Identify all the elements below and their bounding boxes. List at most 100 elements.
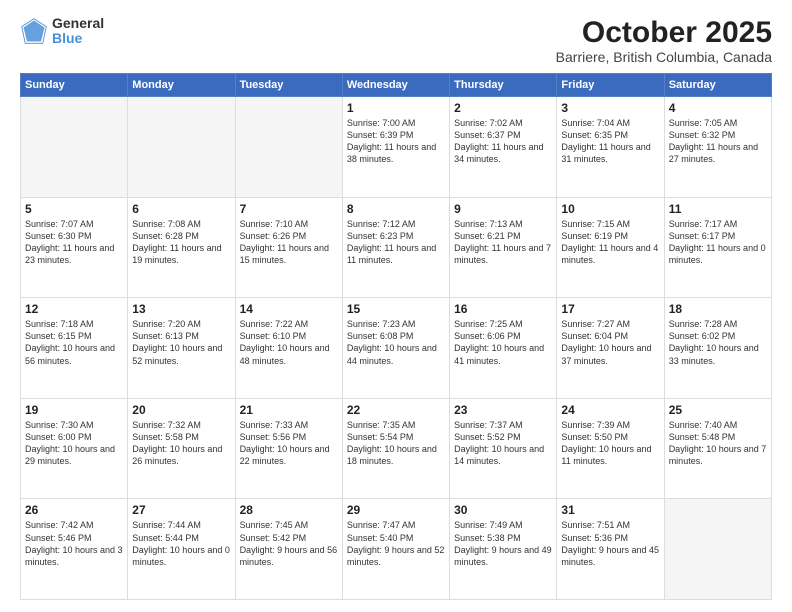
- day-number: 18: [669, 302, 767, 316]
- day-number: 7: [240, 202, 338, 216]
- table-row: 18 Sunrise: 7:28 AMSunset: 6:02 PMDayligh…: [664, 298, 771, 399]
- day-number: 20: [132, 403, 230, 417]
- day-number: 25: [669, 403, 767, 417]
- col-saturday: Saturday: [664, 74, 771, 97]
- day-info: Sunrise: 7:45 AMSunset: 5:42 PMDaylight:…: [240, 519, 338, 568]
- day-info: Sunrise: 7:25 AMSunset: 6:06 PMDaylight:…: [454, 318, 552, 367]
- calendar-header-row: Sunday Monday Tuesday Wednesday Thursday…: [21, 74, 772, 97]
- calendar-week-row: 12 Sunrise: 7:18 AMSunset: 6:15 PMDayligh…: [21, 298, 772, 399]
- day-info: Sunrise: 7:37 AMSunset: 5:52 PMDaylight:…: [454, 419, 552, 468]
- day-number: 5: [25, 202, 123, 216]
- calendar-week-row: 19 Sunrise: 7:30 AMSunset: 6:00 PMDayligh…: [21, 398, 772, 499]
- day-number: 31: [561, 503, 659, 517]
- col-wednesday: Wednesday: [342, 74, 449, 97]
- day-number: 27: [132, 503, 230, 517]
- table-row: 4 Sunrise: 7:05 AMSunset: 6:32 PMDaylight…: [664, 97, 771, 198]
- logo-icon: [20, 17, 48, 45]
- day-number: 10: [561, 202, 659, 216]
- header: General Blue October 2025 Barriere, Brit…: [20, 16, 772, 65]
- subtitle: Barriere, British Columbia, Canada: [556, 49, 772, 65]
- table-row: 19 Sunrise: 7:30 AMSunset: 6:00 PMDayligh…: [21, 398, 128, 499]
- day-number: 29: [347, 503, 445, 517]
- table-row: 25Sunrise: 7:40 AMSunset: 5:48 PMDayligh…: [664, 398, 771, 499]
- day-info: Sunrise: 7:49 AMSunset: 5:38 PMDaylight:…: [454, 519, 552, 568]
- day-info: Sunrise: 7:51 AMSunset: 5:36 PMDaylight:…: [561, 519, 659, 568]
- calendar-week-row: 5 Sunrise: 7:07 AMSunset: 6:30 PMDaylight…: [21, 197, 772, 298]
- table-row: 14Sunrise: 7:22 AMSunset: 6:10 PMDayligh…: [235, 298, 342, 399]
- calendar-week-row: 26Sunrise: 7:42 AMSunset: 5:46 PMDayligh…: [21, 499, 772, 600]
- table-row: 17Sunrise: 7:27 AMSunset: 6:04 PMDayligh…: [557, 298, 664, 399]
- day-info: Sunrise: 7:04 AMSunset: 6:35 PMDaylight:…: [561, 117, 659, 166]
- table-row: 31 Sunrise: 7:51 AMSunset: 5:36 PMDayligh…: [557, 499, 664, 600]
- table-row: 13 Sunrise: 7:20 AMSunset: 6:13 PMDayligh…: [128, 298, 235, 399]
- table-row: 6Sunrise: 7:08 AMSunset: 6:28 PMDaylight…: [128, 197, 235, 298]
- day-number: 13: [132, 302, 230, 316]
- table-row: 5 Sunrise: 7:07 AMSunset: 6:30 PMDaylight…: [21, 197, 128, 298]
- logo-general-label: General: [52, 16, 104, 31]
- col-friday: Friday: [557, 74, 664, 97]
- day-number: 1: [347, 101, 445, 115]
- day-number: 8: [347, 202, 445, 216]
- day-number: 4: [669, 101, 767, 115]
- day-number: 11: [669, 202, 767, 216]
- day-number: 28: [240, 503, 338, 517]
- day-info: Sunrise: 7:20 AMSunset: 6:13 PMDaylight:…: [132, 318, 230, 367]
- table-row: 9 Sunrise: 7:13 AMSunset: 6:21 PMDaylight…: [450, 197, 557, 298]
- day-info: Sunrise: 7:28 AMSunset: 6:02 PMDaylight:…: [669, 318, 767, 367]
- day-info: Sunrise: 7:13 AMSunset: 6:21 PMDaylight:…: [454, 218, 552, 267]
- page: General Blue October 2025 Barriere, Brit…: [0, 0, 792, 612]
- table-row: 30 Sunrise: 7:49 AMSunset: 5:38 PMDayligh…: [450, 499, 557, 600]
- main-title: October 2025: [556, 16, 772, 49]
- day-number: 14: [240, 302, 338, 316]
- table-row: 28 Sunrise: 7:45 AMSunset: 5:42 PMDayligh…: [235, 499, 342, 600]
- table-row: 1 Sunrise: 7:00 AMSunset: 6:39 PMDaylight…: [342, 97, 449, 198]
- day-info: Sunrise: 7:39 AMSunset: 5:50 PMDaylight:…: [561, 419, 659, 468]
- day-info: Sunrise: 7:18 AMSunset: 6:15 PMDaylight:…: [25, 318, 123, 367]
- day-number: 21: [240, 403, 338, 417]
- day-number: 12: [25, 302, 123, 316]
- col-sunday: Sunday: [21, 74, 128, 97]
- logo-text: General Blue: [52, 16, 104, 47]
- table-row: 16 Sunrise: 7:25 AMSunset: 6:06 PMDayligh…: [450, 298, 557, 399]
- day-info: Sunrise: 7:23 AMSunset: 6:08 PMDaylight:…: [347, 318, 445, 367]
- day-info: Sunrise: 7:47 AMSunset: 5:40 PMDaylight:…: [347, 519, 445, 568]
- table-row: 20 Sunrise: 7:32 AMSunset: 5:58 PMDayligh…: [128, 398, 235, 499]
- day-info: Sunrise: 7:12 AMSunset: 6:23 PMDaylight:…: [347, 218, 445, 267]
- day-info: Sunrise: 7:44 AMSunset: 5:44 PMDaylight:…: [132, 519, 230, 568]
- day-number: 9: [454, 202, 552, 216]
- table-row: 22 Sunrise: 7:35 AMSunset: 5:54 PMDayligh…: [342, 398, 449, 499]
- day-number: 16: [454, 302, 552, 316]
- day-info: Sunrise: 7:17 AMSunset: 6:17 PMDaylight:…: [669, 218, 767, 267]
- table-row: 11 Sunrise: 7:17 AMSunset: 6:17 PMDayligh…: [664, 197, 771, 298]
- table-row: 26Sunrise: 7:42 AMSunset: 5:46 PMDayligh…: [21, 499, 128, 600]
- day-number: 30: [454, 503, 552, 517]
- table-row: [128, 97, 235, 198]
- table-row: 24 Sunrise: 7:39 AMSunset: 5:50 PMDayligh…: [557, 398, 664, 499]
- day-info: Sunrise: 7:35 AMSunset: 5:54 PMDaylight:…: [347, 419, 445, 468]
- day-info: Sunrise: 7:10 AMSunset: 6:26 PMDaylight:…: [240, 218, 338, 267]
- day-info: Sunrise: 7:07 AMSunset: 6:30 PMDaylight:…: [25, 218, 123, 267]
- day-number: 15: [347, 302, 445, 316]
- day-info: Sunrise: 7:30 AMSunset: 6:00 PMDaylight:…: [25, 419, 123, 468]
- table-row: [664, 499, 771, 600]
- day-number: 23: [454, 403, 552, 417]
- day-info: Sunrise: 7:05 AMSunset: 6:32 PMDaylight:…: [669, 117, 767, 166]
- table-row: 23 Sunrise: 7:37 AMSunset: 5:52 PMDayligh…: [450, 398, 557, 499]
- title-block: October 2025 Barriere, British Columbia,…: [556, 16, 772, 65]
- day-number: 6: [132, 202, 230, 216]
- table-row: 21Sunrise: 7:33 AMSunset: 5:56 PMDayligh…: [235, 398, 342, 499]
- day-info: Sunrise: 7:00 AMSunset: 6:39 PMDaylight:…: [347, 117, 445, 166]
- table-row: 2Sunrise: 7:02 AMSunset: 6:37 PMDaylight…: [450, 97, 557, 198]
- day-info: Sunrise: 7:32 AMSunset: 5:58 PMDaylight:…: [132, 419, 230, 468]
- table-row: 27 Sunrise: 7:44 AMSunset: 5:44 PMDayligh…: [128, 499, 235, 600]
- logo: General Blue: [20, 16, 104, 47]
- col-tuesday: Tuesday: [235, 74, 342, 97]
- day-number: 24: [561, 403, 659, 417]
- day-info: Sunrise: 7:42 AMSunset: 5:46 PMDaylight:…: [25, 519, 123, 568]
- day-info: Sunrise: 7:02 AMSunset: 6:37 PMDaylight:…: [454, 117, 552, 166]
- table-row: 12 Sunrise: 7:18 AMSunset: 6:15 PMDayligh…: [21, 298, 128, 399]
- calendar-table: Sunday Monday Tuesday Wednesday Thursday…: [20, 73, 772, 600]
- calendar-week-row: 1 Sunrise: 7:00 AMSunset: 6:39 PMDaylight…: [21, 97, 772, 198]
- day-number: 19: [25, 403, 123, 417]
- day-number: 22: [347, 403, 445, 417]
